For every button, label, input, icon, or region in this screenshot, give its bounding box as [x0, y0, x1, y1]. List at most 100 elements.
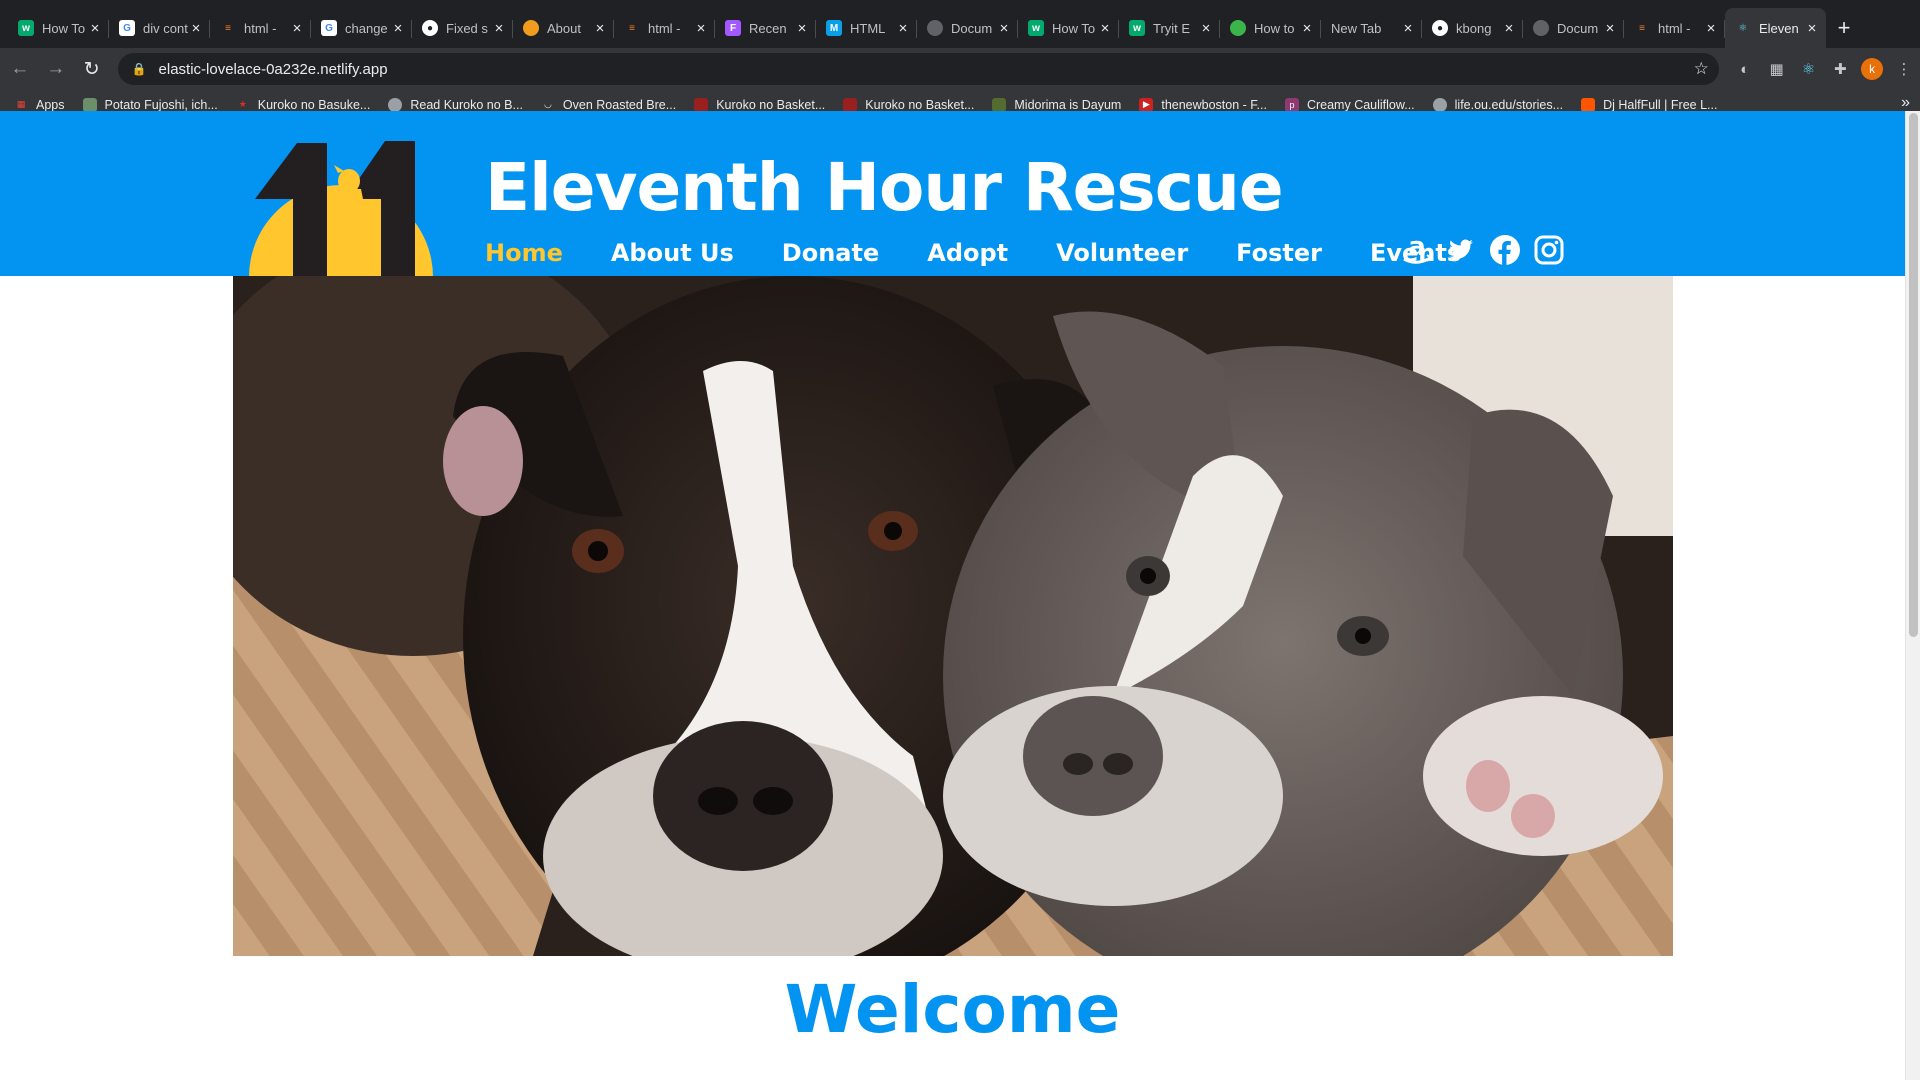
browser-tab[interactable]: Docum × — [917, 8, 1018, 48]
bowl-icon: ◡ — [543, 99, 552, 109]
browser-tab[interactable]: Gchange × — [311, 8, 412, 48]
bookmark-apps[interactable]: ▦ Apps — [14, 98, 65, 112]
hero-image — [233, 276, 1673, 956]
close-tab-icon[interactable]: × — [996, 20, 1012, 37]
browser-tab[interactable]: ● Fixed s × — [412, 8, 513, 48]
ao3-icon — [843, 97, 858, 112]
close-tab-icon[interactable]: × — [1703, 20, 1719, 37]
nav-about-us[interactable]: About Us — [611, 239, 734, 267]
bookmark-item[interactable]: Midorima is Dayum — [992, 97, 1121, 112]
bookmark-item[interactable]: ◡ Oven Roasted Bre... — [541, 98, 676, 112]
url-text[interactable]: elastic-lovelace-0a232e.netlify.app — [159, 61, 1694, 78]
avatar[interactable]: k — [1861, 58, 1884, 80]
extension-icon[interactable]: ◐ — [1729, 53, 1761, 85]
bookmark-item[interactable]: life.ou.edu/stories... — [1432, 97, 1563, 112]
nav-volunteer[interactable]: Volunteer — [1056, 239, 1188, 267]
close-tab-icon[interactable]: × — [693, 20, 709, 37]
close-tab-icon[interactable]: × — [794, 20, 810, 37]
two-dogs-photo — [233, 276, 1673, 956]
close-tab-icon[interactable]: × — [1400, 20, 1416, 37]
close-tab-icon[interactable]: × — [592, 20, 608, 37]
w3schools-icon: w — [18, 20, 34, 36]
close-tab-icon[interactable]: × — [1097, 20, 1113, 37]
site-title[interactable]: Eleventh Hour Rescue — [485, 149, 1284, 226]
m-icon: M — [826, 20, 842, 36]
new-tab-button[interactable]: + — [1826, 8, 1862, 48]
bookmark-item[interactable]: ▶ thenewboston - F... — [1139, 97, 1267, 112]
lock-icon[interactable]: 🔒 — [132, 62, 147, 76]
browser-tab[interactable]: ≡ html - × — [210, 8, 311, 48]
bookmark-item[interactable]: Kuroko no Basket... — [843, 97, 974, 112]
bookmark-item[interactable]: Read Kuroko no B... — [388, 97, 523, 112]
extensions-puzzle-icon[interactable]: ✚ — [1824, 53, 1856, 85]
w3schools-icon: w — [1028, 20, 1044, 36]
profile-avatar[interactable]: k — [1856, 53, 1888, 85]
stackoverflow-icon: ≡ — [225, 22, 231, 34]
browser-tab[interactable]: How to × — [1220, 8, 1321, 48]
github-icon: ● — [422, 20, 438, 36]
w3schools-icon: w — [1129, 20, 1145, 36]
welcome-heading: Welcome — [784, 971, 1121, 1048]
close-tab-icon[interactable]: × — [1198, 20, 1214, 37]
close-tab-icon[interactable]: × — [895, 20, 911, 37]
bookmark-image-icon — [992, 97, 1007, 112]
soundcloud-icon — [1581, 97, 1596, 112]
browser-tab[interactable]: w How To × — [8, 8, 109, 48]
close-tab-icon[interactable]: × — [1804, 20, 1820, 37]
twitter-icon[interactable] — [1442, 231, 1480, 269]
close-tab-icon[interactable]: × — [390, 20, 406, 37]
close-tab-icon[interactable]: × — [1602, 20, 1618, 37]
address-bar[interactable]: 🔒 elastic-lovelace-0a232e.netlify.app ☆ — [117, 53, 1719, 85]
ao3-icon — [694, 97, 709, 112]
bookmark-item[interactable]: p Creamy Cauliflow... — [1284, 97, 1415, 112]
amazon-icon[interactable]: a — [1398, 231, 1436, 269]
page-viewport: Eleventh Hour Rescue Home About Us Donat… — [0, 111, 1920, 1080]
browser-tab-active[interactable]: ⚛ Eleven × — [1725, 8, 1826, 48]
reload-icon[interactable]: ↻ — [76, 53, 108, 85]
scrollbar-thumb[interactable] — [1909, 113, 1918, 637]
bookmark-item[interactable]: Potato Fujoshi, ich... — [82, 97, 218, 112]
nav-adopt[interactable]: Adopt — [927, 239, 1008, 267]
react-devtools-icon[interactable]: ⚛ — [1793, 53, 1825, 85]
google-icon: G — [321, 20, 337, 36]
react-icon: ⚛ — [1738, 22, 1748, 34]
instagram-icon[interactable] — [1530, 231, 1568, 269]
nav-home[interactable]: Home — [485, 239, 563, 267]
back-icon[interactable]: ← — [4, 53, 36, 85]
nav-donate[interactable]: Donate — [782, 239, 879, 267]
more-bookmarks-icon[interactable]: » — [1901, 94, 1910, 112]
browser-tab[interactable]: Gdiv cont × — [109, 8, 210, 48]
browser-tab[interactable]: ≡ html - × — [1624, 8, 1725, 48]
browser-tab[interactable]: F Recen × — [715, 8, 816, 48]
eleven-logo-icon — [245, 141, 437, 281]
bookmark-star-icon[interactable]: ☆ — [1694, 59, 1709, 79]
page-scrollbar[interactable] — [1905, 111, 1920, 1080]
close-tab-icon[interactable]: × — [289, 20, 305, 37]
close-tab-icon[interactable]: × — [491, 20, 507, 37]
bookmark-item[interactable]: Dj HalfFull | Free L... — [1581, 97, 1717, 112]
browser-tab[interactable]: ≡ html - × — [614, 8, 715, 48]
browser-menu-icon[interactable]: ⋮ — [1888, 53, 1920, 85]
close-tab-icon[interactable]: × — [1501, 20, 1517, 37]
site-logo[interactable] — [245, 129, 437, 281]
browser-tab[interactable]: w How To × — [1018, 8, 1119, 48]
bookmark-item[interactable]: Kuroko no Basket... — [694, 97, 825, 112]
close-tab-icon[interactable]: × — [1299, 20, 1315, 37]
site-icon — [1230, 20, 1246, 36]
browser-tab[interactable]: About × — [513, 8, 614, 48]
main-nav: Home About Us Donate Adopt Volunteer Fos… — [485, 239, 1509, 267]
forward-icon[interactable]: → — [40, 53, 72, 85]
bookmark-item[interactable]: ★ Kuroko no Basuke... — [236, 98, 371, 112]
facebook-icon[interactable] — [1486, 231, 1524, 269]
browser-tab[interactable]: M HTML × — [816, 8, 917, 48]
close-tab-icon[interactable]: × — [87, 20, 103, 37]
extension-icon[interactable]: ▦ — [1761, 53, 1793, 85]
browser-tab[interactable]: New Tab × — [1321, 8, 1422, 48]
globe-icon — [388, 97, 403, 112]
nav-foster[interactable]: Foster — [1236, 239, 1322, 267]
globe-icon — [1432, 97, 1447, 112]
browser-tab[interactable]: w Tryit E × — [1119, 8, 1220, 48]
browser-tab[interactable]: ● kbong × — [1422, 8, 1523, 48]
browser-tab[interactable]: Docum × — [1523, 8, 1624, 48]
close-tab-icon[interactable]: × — [188, 20, 204, 37]
